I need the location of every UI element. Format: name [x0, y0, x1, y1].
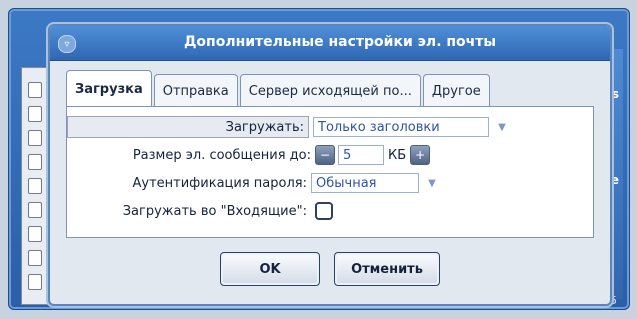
to-inbox-label: Загружать во "Входящие":	[122, 203, 307, 219]
download-label: Загружать:	[67, 116, 309, 138]
to-inbox-checkbox[interactable]	[315, 202, 333, 220]
tab-bar: Загрузка Отправка Сервер исходящей по...…	[66, 70, 594, 107]
password-auth-row: Аутентификация пароля: Обычная ▼	[67, 171, 439, 195]
list-item	[28, 274, 42, 290]
download-row: Загружать: Только заголовки ▼	[67, 115, 509, 139]
tab-sending[interactable]: Отправка	[153, 74, 238, 107]
dropdown-arrow-icon[interactable]: ▼	[425, 176, 439, 190]
list-item	[28, 106, 42, 122]
dropdown-arrow-icon[interactable]: ▼	[495, 120, 509, 134]
cancel-button[interactable]: Отменить	[334, 252, 440, 286]
list-item	[28, 154, 42, 170]
dialog-menu-icon[interactable]: ▿	[58, 35, 76, 53]
download-select[interactable]: Только заголовки	[313, 117, 489, 137]
decrement-button[interactable]: −	[315, 145, 335, 165]
message-size-unit: КБ	[388, 147, 407, 163]
message-size-input[interactable]: 5	[338, 145, 384, 165]
increment-button[interactable]: +	[410, 145, 431, 165]
message-size-label: Размер эл. сообщения до:	[132, 147, 311, 163]
list-item	[28, 226, 42, 242]
tab-download[interactable]: Загрузка	[66, 70, 152, 107]
list-item	[28, 130, 42, 146]
to-inbox-row: Загружать во "Входящие":	[67, 199, 333, 223]
list-item	[28, 82, 42, 98]
tab-outgoing-server[interactable]: Сервер исходящей по...	[239, 74, 421, 107]
password-auth-label: Аутентификация пароля:	[132, 175, 308, 191]
list-item	[28, 202, 42, 218]
list-item	[28, 250, 42, 266]
list-item	[28, 178, 42, 194]
dialog-buttons: OK Отменить	[50, 252, 610, 288]
tab-other[interactable]: Другое	[422, 74, 490, 107]
background-side-label: е	[610, 173, 619, 187]
ok-button[interactable]: OK	[220, 252, 320, 286]
download-tab-panel: Загружать: Только заголовки ▼ Размер эл.…	[66, 106, 594, 238]
message-size-row: Размер эл. сообщения до: − 5 КБ +	[67, 143, 431, 167]
dialog-titlebar: ▿ Дополнительные настройки эл. почты	[50, 26, 610, 61]
email-settings-dialog: ▿ Дополнительные настройки эл. почты Заг…	[48, 24, 612, 306]
dialog-title: Дополнительные настройки эл. почты	[183, 34, 497, 50]
password-auth-select[interactable]: Обычная	[311, 173, 419, 193]
